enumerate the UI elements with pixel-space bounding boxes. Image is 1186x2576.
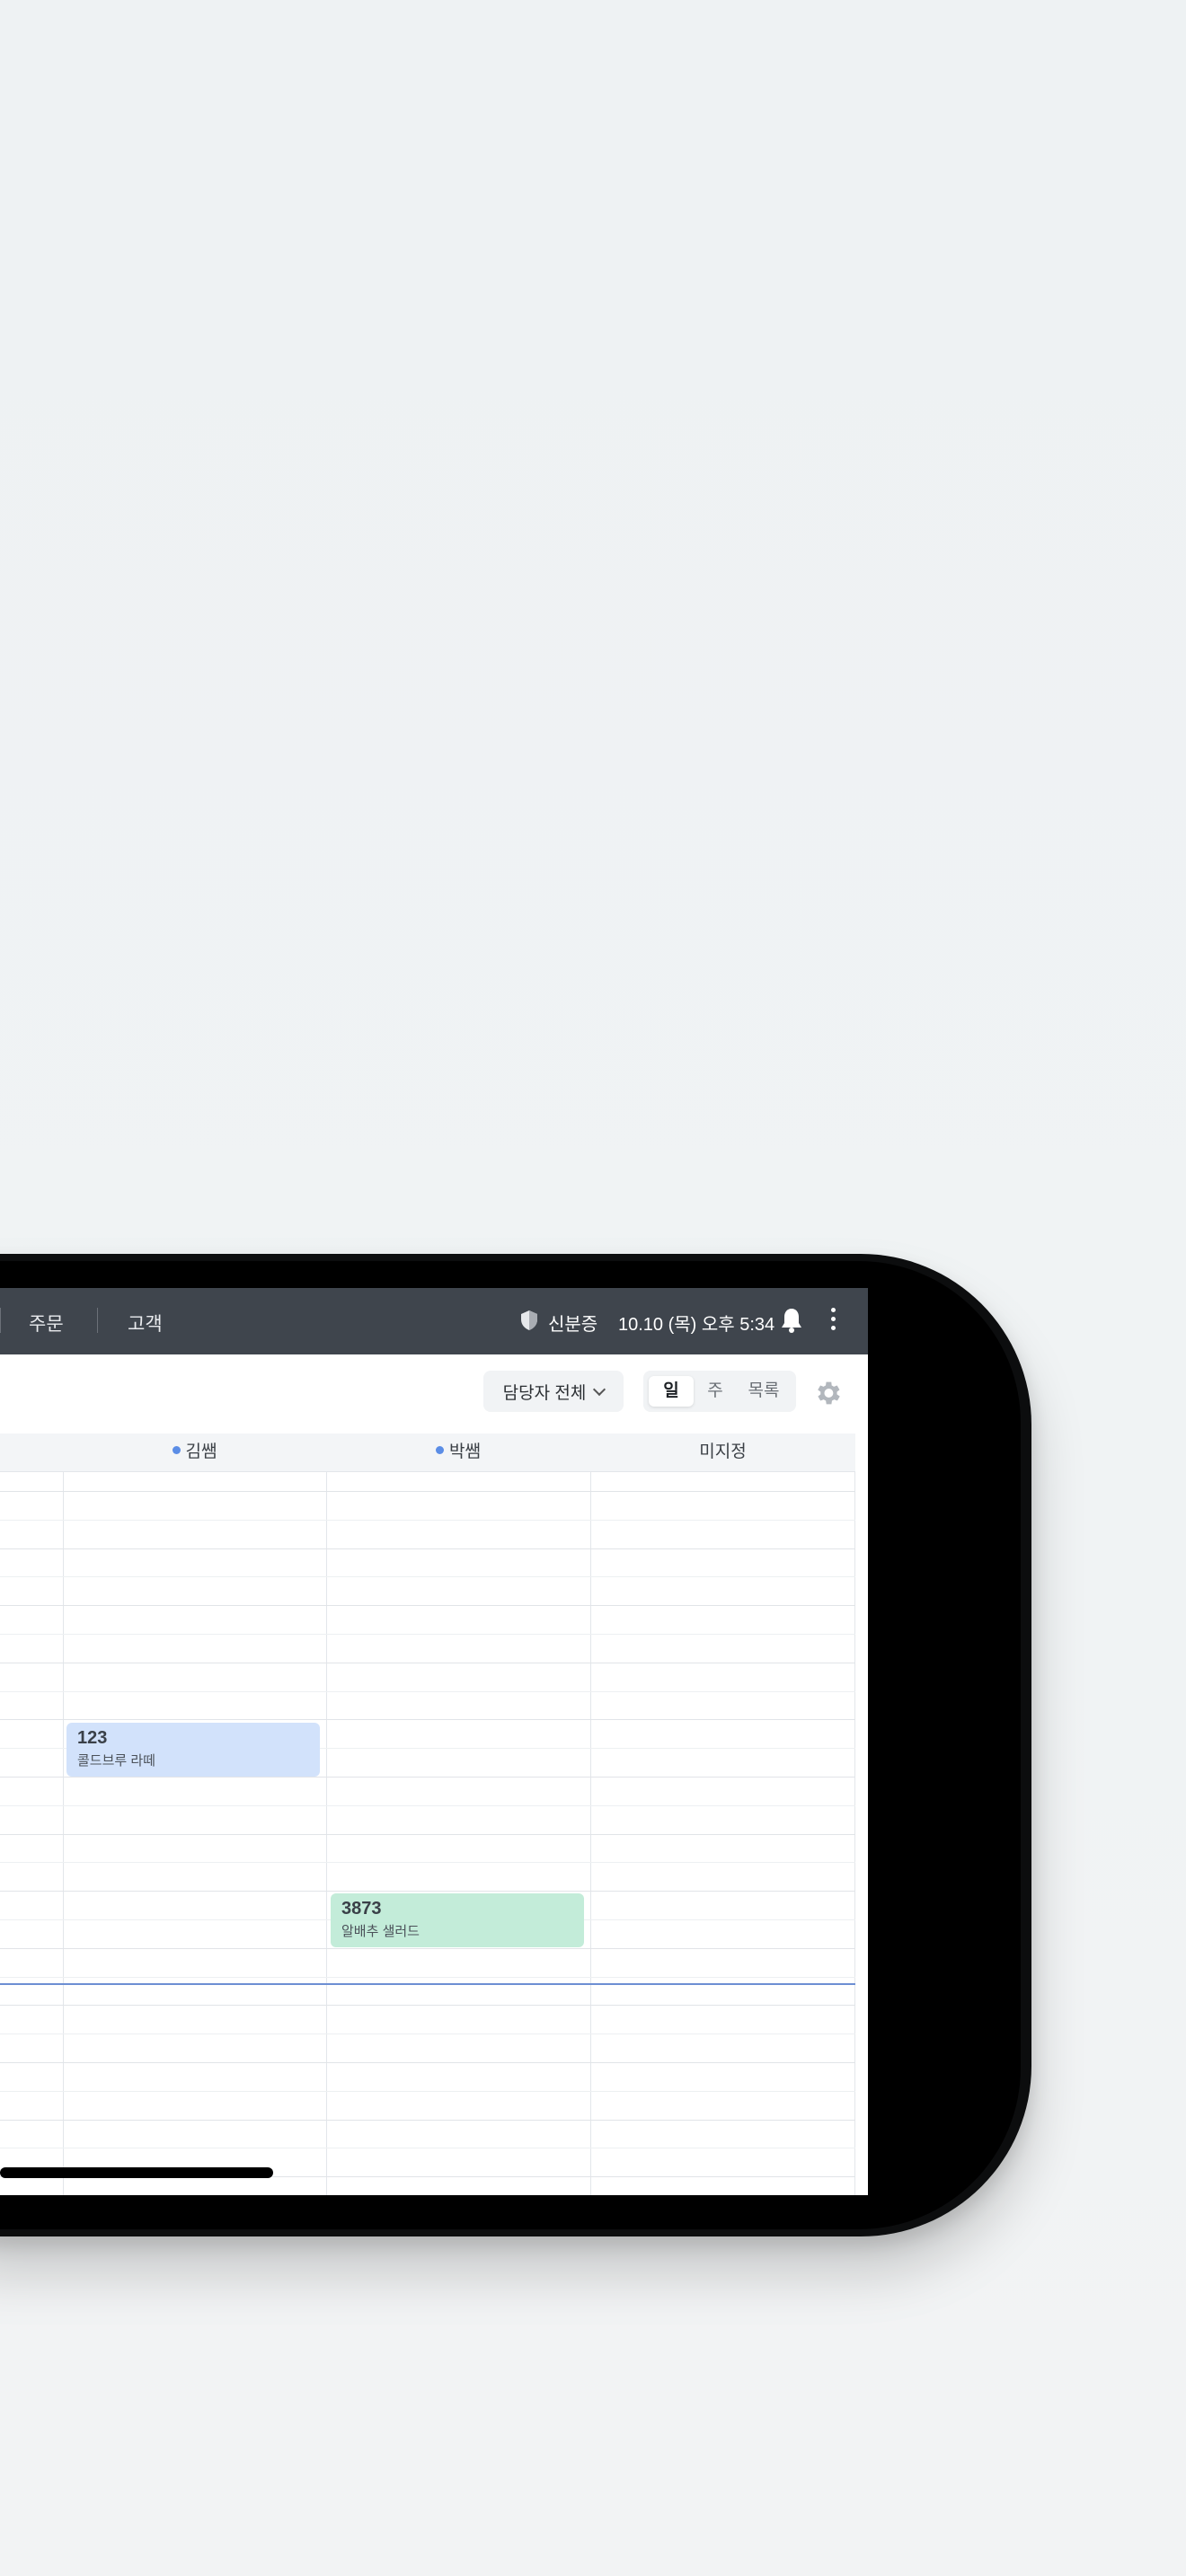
view-toggle: 일 주 목록 (643, 1371, 796, 1412)
column-header-label: 김쌤 (185, 1442, 217, 1461)
time-slot-line (0, 1491, 855, 1492)
nav-separator (97, 1308, 98, 1333)
time-slot-line (0, 1862, 855, 1864)
column-header-park[interactable]: 박쌤 (326, 1434, 590, 1471)
time-slot-line (0, 2119, 855, 2121)
view-week-option[interactable]: 주 (695, 1376, 735, 1407)
top-bar: 주문 고객 신분증 10.10 (목) 오후 5:34 (0, 1288, 868, 1354)
time-slot-line (0, 1690, 855, 1692)
time-slot-line (0, 1576, 855, 1578)
shield-icon (521, 1310, 537, 1330)
time-slot-line (0, 1634, 855, 1635)
time-slot-line (0, 2033, 855, 2035)
event-name: 알배추 샐러드 (341, 1924, 420, 1939)
gear-icon[interactable] (812, 1378, 843, 1408)
column-header-kim[interactable]: 김쌤 (63, 1434, 326, 1471)
time-slot-line (0, 1804, 855, 1806)
time-slot-line (0, 1833, 855, 1835)
id-card-label[interactable]: 신분증 (548, 1310, 597, 1336)
event-number: 3873 (341, 1899, 382, 1919)
nav-item-customers[interactable]: 고객 (128, 1310, 163, 1337)
time-slot-line (0, 1605, 855, 1607)
assignee-dot (436, 1446, 445, 1455)
assignee-dot (172, 1446, 181, 1455)
day-calendar-grid: 김쌤 박쌤 미지정 123 콜드브루 라떼 3873 알배추 샐러드 + (0, 1434, 855, 2195)
view-day-option[interactable]: 일 (649, 1376, 694, 1407)
current-time-line (0, 1983, 855, 1985)
chevron-down-icon (593, 1382, 606, 1396)
event-card[interactable]: 3873 알배추 샐러드 (331, 1893, 584, 1947)
bell-icon[interactable] (780, 1307, 803, 1334)
event-card[interactable]: 123 콜드브루 라떼 (66, 1723, 320, 1777)
column-header-label: 박쌤 (449, 1442, 481, 1461)
column-header-unassigned[interactable]: 미지정 (590, 1434, 855, 1471)
time-slot-line (0, 2005, 855, 2007)
time-slot-line (0, 1719, 855, 1721)
event-name: 콜드브루 라떼 (77, 1753, 155, 1769)
column-header-label: 미지정 (699, 1442, 747, 1461)
time-slot-line (0, 1519, 855, 1521)
assignee-filter-label: 담당자 전체 (502, 1383, 587, 1403)
time-slot-line (0, 1891, 855, 1892)
time-slot-line (0, 1947, 855, 1949)
time-slot-line (0, 2062, 855, 2063)
more-menu-icon[interactable] (828, 1308, 837, 1335)
nav-separator (0, 1308, 1, 1333)
view-list-option[interactable]: 목록 (737, 1376, 791, 1407)
assignee-filter-dropdown[interactable]: 담당자 전체 (483, 1371, 624, 1412)
current-datetime: 10.10 (목) 오후 5:34 (618, 1315, 775, 1335)
time-slot-line (0, 2090, 855, 2092)
home-indicator (0, 2167, 273, 2178)
time-slot-line (0, 1777, 855, 1778)
app-screen: 주문 고객 신분증 10.10 (목) 오후 5:34 담당자 전체 일 주 목… (0, 1288, 868, 2195)
time-slot-line (0, 1976, 855, 1978)
nav-item-orders[interactable]: 주문 (29, 1310, 64, 1337)
event-number: 123 (77, 1728, 108, 1748)
time-slot-line (0, 1548, 855, 1549)
